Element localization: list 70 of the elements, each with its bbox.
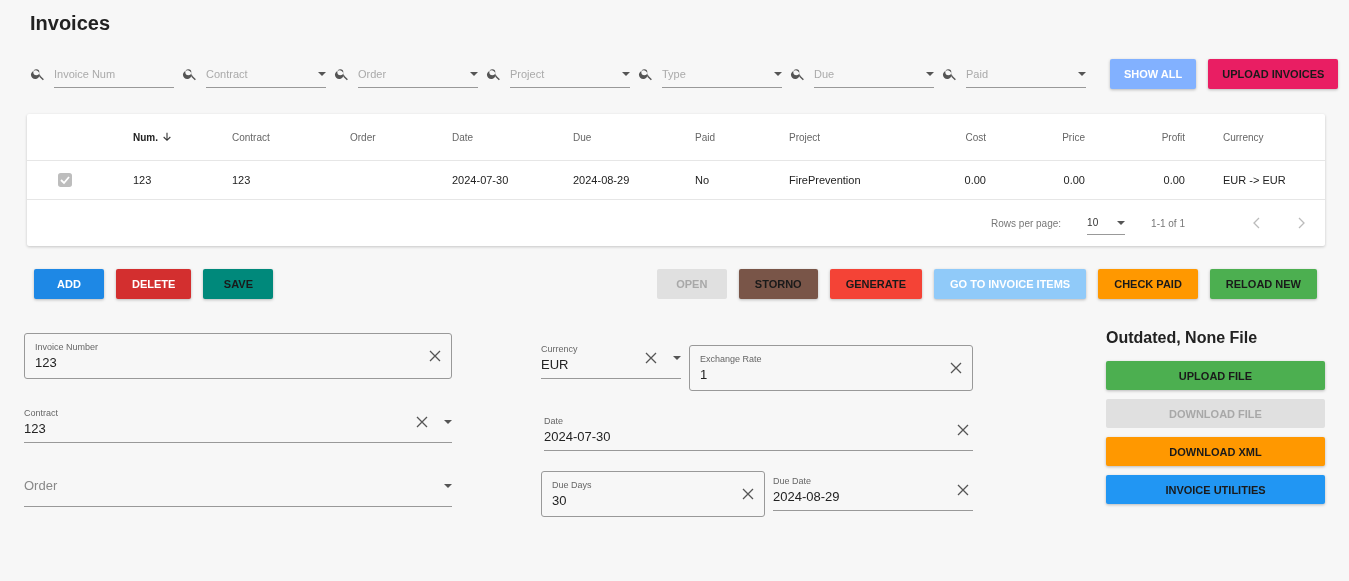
file-status-title: Outdated, None File [1106, 328, 1259, 348]
table-cell: EUR -> EUR [1223, 174, 1286, 186]
clear-icon[interactable] [645, 351, 657, 364]
column-header[interactable]: Due [573, 131, 592, 143]
caret-icon [774, 71, 782, 76]
caret-icon [1117, 220, 1126, 225]
action-button[interactable]: ADD [34, 269, 104, 299]
column-header[interactable]: Num. [133, 131, 158, 143]
column-header[interactable]: Paid [695, 131, 715, 143]
caret-icon [470, 71, 478, 76]
header-button[interactable]: UPLOAD INVOICES [1208, 59, 1339, 89]
search-icon [486, 66, 502, 82]
form-field[interactable]: Invoice Number 123 [24, 333, 452, 379]
caret-icon [1078, 71, 1086, 76]
caret-icon [444, 419, 452, 424]
table-cell: 0.00 [1063, 174, 1085, 186]
clear-icon[interactable] [429, 350, 441, 362]
search-icon [638, 66, 654, 82]
action-button[interactable]: CHECK PAID [1098, 269, 1198, 299]
column-header[interactable]: Contract [232, 131, 270, 143]
column-header[interactable]: Price [1062, 131, 1085, 143]
search-icon [790, 66, 806, 82]
form-field[interactable]: Date 2024-07-30 [544, 411, 973, 451]
table-cell: No [695, 174, 710, 186]
search-icon [30, 66, 46, 82]
clear-icon[interactable] [742, 488, 754, 500]
column-header[interactable]: Currency [1223, 131, 1264, 143]
file-button[interactable]: INVOICE UTILITIES [1106, 475, 1325, 504]
clear-icon[interactable] [957, 423, 969, 436]
search-icon [334, 66, 350, 82]
caret-icon [318, 71, 326, 76]
file-button[interactable]: UPLOAD FILE [1106, 361, 1325, 390]
search-icon [942, 66, 958, 82]
form-field[interactable]: Due Date 2024-08-29 [773, 471, 973, 511]
form-field[interactable]: Due Days 30 [541, 471, 765, 517]
sort-arrow-icon [162, 132, 172, 142]
caret-icon [673, 355, 681, 360]
caret-icon [444, 483, 452, 488]
page-range: 1-1 of 1 [1151, 217, 1185, 229]
table-cell: 0.00 [1163, 174, 1185, 186]
table-cell: 2024-07-30 [452, 174, 509, 186]
clear-icon[interactable] [416, 415, 428, 428]
clear-icon[interactable] [957, 483, 969, 496]
column-header[interactable]: Date [452, 131, 474, 143]
table-cell: 0.00 [964, 174, 986, 186]
action-button[interactable]: GENERATE [829, 269, 922, 299]
table-cell: FirePrevention [789, 174, 861, 186]
table-cell: 123 [133, 174, 152, 186]
action-button[interactable]: SAVE [203, 269, 274, 299]
page-title: Invoices [30, 11, 112, 36]
rows-per-page-label: Rows per page: [991, 217, 1062, 229]
column-header[interactable]: Order [350, 131, 376, 143]
form-field[interactable]: Order [24, 467, 452, 507]
column-header[interactable]: Project [789, 131, 821, 143]
search-icon [182, 66, 198, 82]
column-header[interactable]: Cost [965, 131, 986, 143]
file-button[interactable]: DOWNLOAD XML [1106, 437, 1325, 466]
form-field[interactable]: Exchange Rate 1 [689, 345, 973, 391]
caret-icon [926, 71, 934, 76]
form-field[interactable]: Contract 123 [24, 403, 452, 443]
caret-icon [622, 71, 630, 76]
column-header[interactable]: Profit [1161, 131, 1185, 143]
checkbox[interactable] [58, 173, 72, 187]
action-button[interactable]: DELETE [116, 269, 192, 299]
clear-icon[interactable] [950, 362, 962, 374]
rows-per-page-select[interactable]: 10 [1087, 211, 1126, 235]
table-cell: 123 [232, 174, 251, 186]
action-button[interactable]: RELOAD NEW [1209, 269, 1317, 299]
form-field[interactable]: Currency EUR [541, 339, 681, 379]
table-cell: 2024-08-29 [573, 174, 630, 186]
